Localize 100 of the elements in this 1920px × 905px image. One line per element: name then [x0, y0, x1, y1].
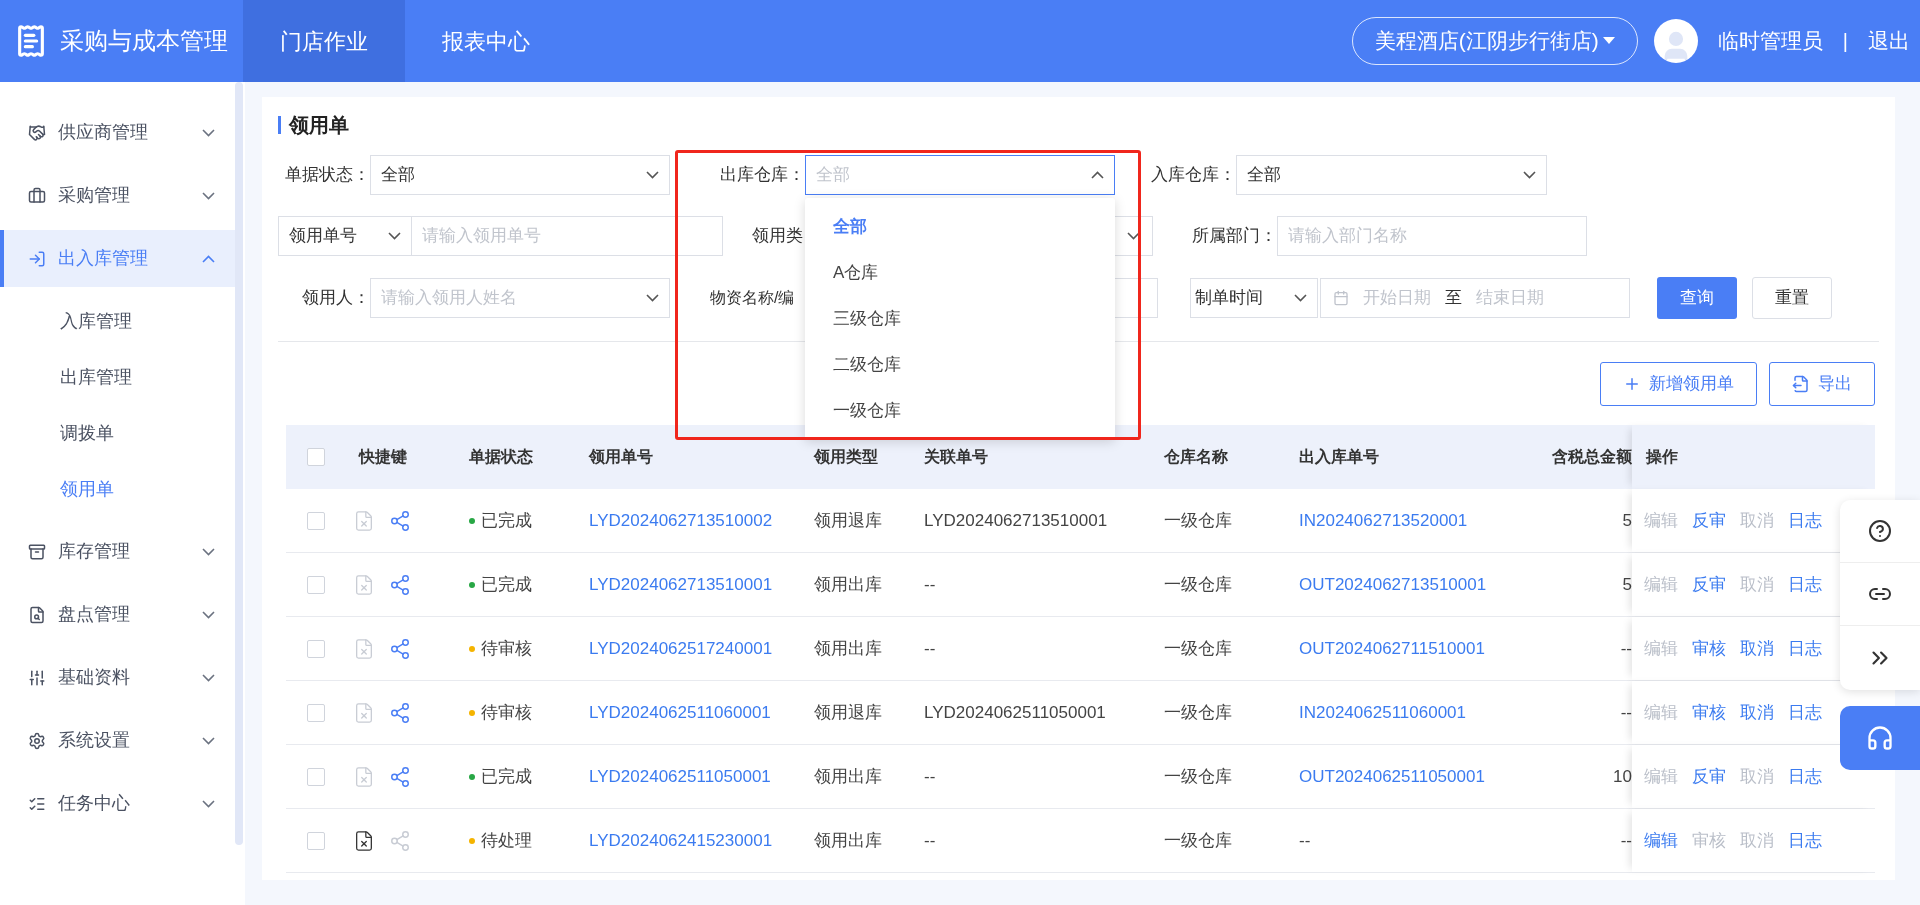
headset-icon	[1866, 724, 1894, 752]
order-link[interactable]: LYD2024062713510001	[589, 574, 773, 594]
query-button[interactable]: 查询	[1657, 277, 1737, 319]
sidebar-subitem[interactable]: 调拨单	[0, 405, 235, 461]
sidebar-item[interactable]: 盘点管理	[0, 586, 235, 643]
select-field[interactable]: 全部	[1236, 155, 1547, 195]
nav-tab[interactable]: 报表中心	[405, 0, 567, 82]
status-text: 已完成	[481, 509, 532, 532]
checkbox[interactable]	[306, 448, 325, 466]
date-range-field[interactable]: 开始日期 至 结束日期	[1320, 278, 1630, 318]
io-number-link[interactable]: IN2024062713520001	[1299, 510, 1468, 530]
nodes-icon[interactable]	[389, 573, 411, 596]
checkbox[interactable]	[306, 703, 325, 722]
action-link[interactable]: 日志	[1788, 571, 1822, 598]
nodes-icon[interactable]	[389, 637, 411, 660]
action-link[interactable]: 审核	[1692, 699, 1726, 726]
order-link[interactable]: LYD2024062517240001	[589, 638, 773, 658]
status-text: 待处理	[481, 829, 532, 852]
checkbox[interactable]	[306, 831, 325, 850]
plus-icon	[1623, 375, 1641, 393]
sidebar-item[interactable]: 系统设置	[0, 712, 235, 769]
action-link[interactable]: 日志	[1788, 827, 1822, 854]
dropdown-option[interactable]: 三级仓库	[805, 296, 1115, 342]
table-cell: 领用退库	[814, 702, 882, 722]
nav-tab[interactable]: 门店作业	[243, 0, 405, 82]
order-number-field[interactable]: 请输入领用单号	[412, 216, 723, 256]
sidebar-item[interactable]: 任务中心	[0, 775, 235, 832]
checkbox[interactable]	[306, 639, 325, 658]
dropdown-option[interactable]: A仓库	[805, 250, 1115, 296]
sidebar-item[interactable]: 供应商管理	[0, 104, 235, 161]
checkbox[interactable]	[306, 575, 325, 594]
select-field[interactable]: 全部	[370, 155, 670, 195]
sidebar-item[interactable]: 采购管理	[0, 167, 235, 224]
column-header: 操作	[1646, 447, 1678, 467]
action-link[interactable]: 日志	[1788, 763, 1822, 790]
io-number-link[interactable]: OUT2024062711510001	[1299, 638, 1485, 658]
order-link[interactable]: LYD2024062415230001	[589, 830, 773, 850]
action-link[interactable]: 取消	[1740, 699, 1774, 726]
support-button[interactable]	[1840, 706, 1920, 770]
table-cell: --	[924, 830, 936, 850]
chevron-down-icon	[202, 736, 215, 745]
status-text: 待审核	[481, 637, 532, 660]
sidebar-subitem[interactable]: 入库管理	[0, 293, 235, 349]
action-link[interactable]: 日志	[1788, 699, 1822, 726]
table-cell-text: 10	[1613, 765, 1632, 788]
login-icon	[28, 249, 46, 268]
action-link[interactable]: 编辑	[1644, 827, 1678, 854]
export-button[interactable]: 导出	[1769, 362, 1875, 406]
select-field[interactable]: 制单时间	[1190, 278, 1318, 318]
dropdown-option[interactable]: 二级仓库	[805, 342, 1115, 388]
reset-button[interactable]: 重置	[1752, 277, 1832, 319]
chevron-down-icon	[388, 232, 401, 240]
sidebar-item[interactable]: 库存管理	[0, 523, 235, 580]
table-cell: 一级仓库	[1164, 574, 1232, 594]
nodes-icon[interactable]	[389, 509, 411, 532]
select-field[interactable]: 领用单号	[278, 216, 412, 256]
dropdown-option[interactable]: 一级仓库	[805, 388, 1115, 434]
order-link[interactable]: LYD2024062713510002	[589, 510, 773, 530]
nodes-icon[interactable]	[389, 701, 411, 724]
action-link[interactable]: 日志	[1788, 635, 1822, 662]
briefcase-icon	[28, 186, 46, 205]
field-label: 领用类	[752, 225, 804, 248]
chevron-down-icon	[202, 610, 215, 619]
checkbox[interactable]	[306, 767, 325, 786]
order-link[interactable]: LYD2024062511050001	[589, 766, 771, 786]
sidebar-item[interactable]: 基础资料	[0, 649, 235, 706]
table-cell: 一级仓库	[1164, 830, 1232, 850]
column-header: 关联单号	[924, 447, 988, 467]
action-link[interactable]: 反审	[1692, 507, 1726, 534]
table-cell: --	[924, 766, 936, 786]
field-label: 出库仓库：	[719, 164, 805, 187]
field-label: 物资名称/编	[710, 288, 796, 308]
dropdown-option[interactable]: 全部	[805, 204, 1115, 250]
checkbox[interactable]	[306, 511, 325, 530]
io-number-link[interactable]: OUT2024062511050001	[1299, 766, 1485, 786]
nodes-icon[interactable]	[389, 765, 411, 788]
action-link[interactable]: 取消	[1740, 635, 1774, 662]
nodes-icon[interactable]	[389, 829, 411, 852]
export-icon	[1792, 375, 1810, 393]
add-button[interactable]: 新增领用单	[1600, 362, 1757, 406]
sidebar-subitem[interactable]: 领用单	[0, 461, 235, 517]
io-number-link[interactable]: IN2024062511060001	[1299, 702, 1466, 722]
select-field[interactable]	[1115, 216, 1153, 256]
logout-link[interactable]: 退出	[1868, 25, 1910, 57]
order-link[interactable]: LYD2024062511060001	[589, 702, 771, 722]
sidebar-subitem[interactable]: 出库管理	[0, 349, 235, 405]
sidebar-item[interactable]: 出入库管理	[0, 230, 235, 287]
archive-icon	[28, 542, 46, 561]
input-field[interactable]	[1115, 278, 1158, 318]
table-cell-text: 5	[1622, 509, 1632, 532]
settings-icon	[28, 731, 46, 750]
department-field[interactable]: 请输入部门名称	[1277, 216, 1587, 256]
scrollbar[interactable]	[235, 82, 243, 845]
action-link[interactable]: 审核	[1692, 635, 1726, 662]
file-x-icon[interactable]	[353, 829, 375, 852]
action-link[interactable]: 反审	[1692, 763, 1726, 790]
chevron-down-icon	[202, 191, 215, 200]
action-link[interactable]: 日志	[1788, 507, 1822, 534]
io-number-link[interactable]: OUT2024062713510001	[1299, 574, 1487, 594]
action-link[interactable]: 反审	[1692, 571, 1726, 598]
